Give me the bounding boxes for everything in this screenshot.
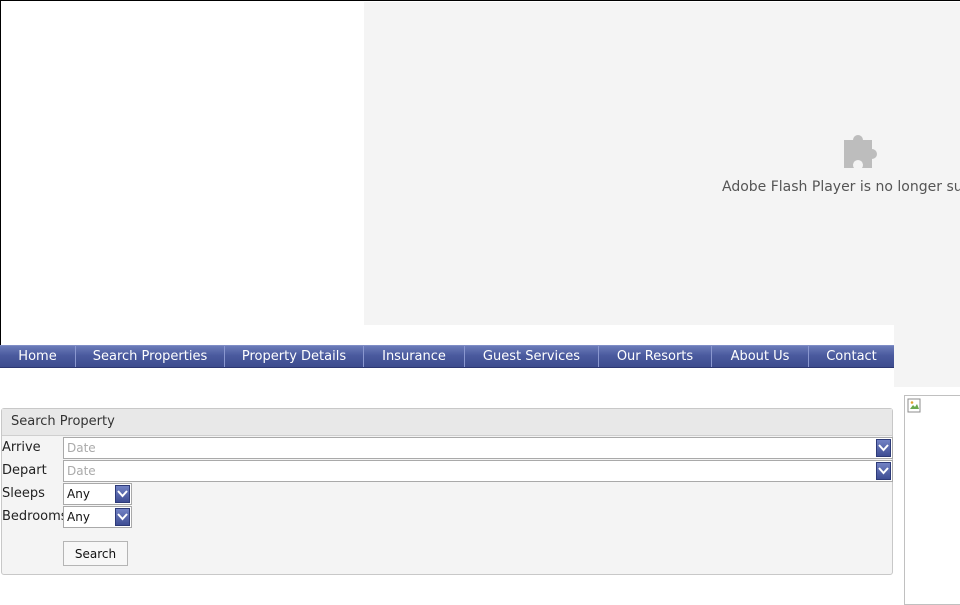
- arrive-date-input[interactable]: Date: [63, 437, 893, 459]
- sleeps-dropdown-button[interactable]: [115, 485, 130, 503]
- nav-item-insurance[interactable]: Insurance: [364, 346, 465, 367]
- depart-placeholder: Date: [67, 464, 96, 478]
- flash-placeholder-extension: [894, 325, 960, 387]
- bedrooms-dropdown-button[interactable]: [115, 508, 130, 526]
- nav-item-home[interactable]: Home: [0, 346, 76, 367]
- chevron-down-icon: [117, 490, 128, 498]
- bedrooms-label: Bedrooms: [2, 509, 68, 524]
- sleeps-value: Any: [67, 487, 90, 501]
- nav-item-about-us[interactable]: About Us: [712, 346, 809, 367]
- flash-unsupported-message: Adobe Flash Player is no longer sup: [722, 179, 960, 195]
- arrive-placeholder: Date: [67, 441, 96, 455]
- broken-image-icon: [907, 398, 921, 413]
- nav-item-property-details[interactable]: Property Details: [225, 346, 364, 367]
- main-navigation: Home Search Properties Property Details …: [0, 345, 894, 368]
- chevron-down-icon: [878, 467, 889, 475]
- sleeps-label: Sleeps: [2, 486, 45, 501]
- arrive-dropdown-button[interactable]: [876, 439, 891, 457]
- depart-dropdown-button[interactable]: [876, 462, 891, 480]
- nav-item-our-resorts[interactable]: Our Resorts: [599, 346, 712, 367]
- depart-date-input[interactable]: Date: [63, 460, 893, 482]
- search-button[interactable]: Search: [63, 541, 128, 566]
- chevron-down-icon: [117, 513, 128, 521]
- broken-image: [904, 395, 960, 605]
- frame-border-left: [0, 0, 1, 345]
- nav-item-contact[interactable]: Contact: [809, 346, 894, 367]
- nav-item-search-properties[interactable]: Search Properties: [76, 346, 225, 367]
- flash-placeholder: Adobe Flash Player is no longer sup: [364, 2, 960, 325]
- bedrooms-value: Any: [67, 510, 90, 524]
- bedrooms-select[interactable]: Any: [63, 506, 132, 528]
- arrive-label: Arrive: [2, 440, 41, 455]
- search-property-panel: Search Property Arrive Date Depart Date …: [1, 408, 893, 575]
- sleeps-select[interactable]: Any: [63, 483, 132, 505]
- nav-item-guest-services[interactable]: Guest Services: [465, 346, 599, 367]
- depart-label: Depart: [2, 463, 47, 478]
- frame-border-top: [0, 0, 960, 1]
- chevron-down-icon: [878, 444, 889, 452]
- search-panel-title: Search Property: [2, 409, 892, 436]
- puzzle-plugin-icon: [840, 124, 886, 170]
